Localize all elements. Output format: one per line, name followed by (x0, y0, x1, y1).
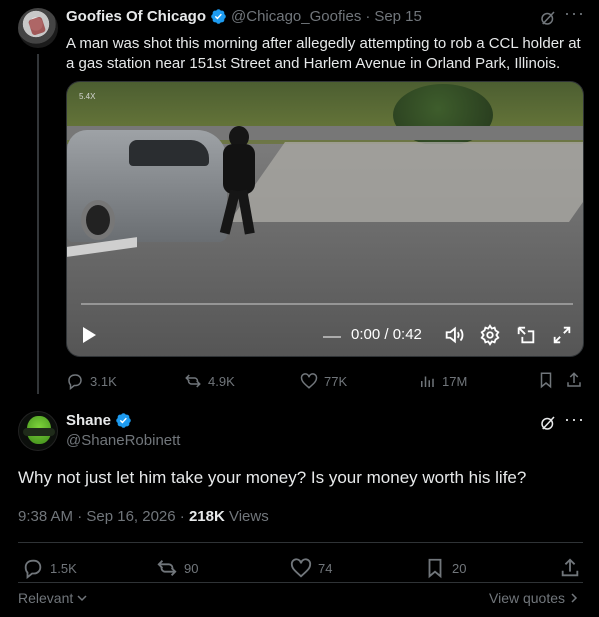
main-repost-count: 90 (184, 560, 199, 576)
parent-views-count: 17M (442, 373, 468, 389)
main-more-icon[interactable]: ··· (564, 409, 585, 430)
video-frame: 5.4X 0:00 / 0:42 (67, 82, 583, 356)
main-like-button[interactable]: 74 (290, 557, 332, 579)
main-repost-button[interactable]: 90 (156, 557, 198, 579)
parent-tweet-text: A man was shot this morning after allege… (66, 35, 581, 72)
like-icon (290, 557, 312, 579)
parent-author-avatar[interactable] (18, 8, 58, 48)
main-views-label: Views (228, 508, 269, 525)
parent-repost-count: 4.9K (208, 373, 235, 389)
main-reply-button[interactable]: 1.5K (22, 557, 77, 579)
reply-icon (66, 372, 84, 390)
main-tweet-timestamp[interactable]: 9:38 AM · Sep 16, 2026 · (18, 508, 185, 525)
main-views-count: 218K (188, 508, 225, 525)
settings-icon[interactable] (479, 324, 501, 346)
views-icon (418, 372, 436, 390)
video-progress-bar[interactable] (81, 303, 573, 305)
main-like-count: 74 (318, 560, 333, 576)
video-player[interactable]: 5.4X 0:00 / 0:42 (66, 81, 584, 357)
parent-tweet-date[interactable]: Sep 15 (374, 8, 422, 25)
main-bookmark-count: 20 (452, 560, 467, 576)
verified-badge-icon (115, 412, 132, 429)
main-bookmark-button[interactable]: 20 (424, 557, 466, 579)
chevron-down-icon (76, 592, 88, 604)
sort-label: Relevant (18, 590, 74, 606)
sort-dropdown[interactable]: Relevant (18, 590, 88, 606)
main-share-icon[interactable] (559, 557, 581, 579)
grok-icon[interactable] (539, 9, 557, 27)
parent-more-icon[interactable]: ··· (564, 3, 585, 24)
view-quotes-label: View quotes (489, 590, 566, 606)
main-author-name[interactable]: Shane (66, 412, 111, 429)
main-tweet-author: Shane (66, 412, 132, 429)
view-quotes-link[interactable]: View quotes (489, 590, 580, 606)
expand-icon[interactable] (551, 324, 573, 346)
video-controls: 0:00 / 0:42 (67, 314, 583, 356)
parent-reply-count: 3.1K (90, 373, 117, 389)
play-icon[interactable] (81, 326, 97, 344)
pip-icon[interactable] (515, 324, 537, 346)
parent-like-count: 77K (324, 373, 348, 389)
main-tweet-text: Why not just let him take your money? Is… (18, 468, 527, 487)
grok-icon[interactable] (539, 414, 557, 432)
volume-slider[interactable] (323, 336, 341, 338)
parent-repost-button[interactable]: 4.9K (184, 372, 235, 390)
main-tweet-meta: 9:38 AM · Sep 16, 2026 · 218K Views (18, 508, 269, 525)
parent-like-button[interactable]: 77K (300, 372, 347, 390)
parent-views-button[interactable]: 17M (418, 372, 467, 390)
parent-tweet-header: Goofies Of Chicago @Chicago_Goofies · Se… (66, 8, 422, 25)
verified-badge-icon (210, 8, 227, 25)
reply-icon (22, 557, 44, 579)
divider-bottom (18, 582, 583, 583)
volume-icon[interactable] (443, 324, 465, 346)
divider-top (18, 542, 583, 543)
parent-author-handle[interactable]: @Chicago_Goofies (231, 8, 361, 25)
thread-connector-line (37, 54, 39, 394)
chevron-right-icon (568, 592, 580, 604)
main-author-avatar[interactable] (18, 411, 58, 451)
parent-share-icon[interactable] (565, 371, 583, 389)
repost-icon (184, 372, 202, 390)
parent-reply-button[interactable]: 3.1K (66, 372, 117, 390)
video-time: 0:00 / 0:42 (351, 326, 422, 343)
bookmark-icon (424, 557, 446, 579)
video-person (219, 126, 259, 236)
repost-icon (156, 557, 178, 579)
main-author-handle[interactable]: @ShaneRobinett (66, 432, 180, 449)
video-speed-label: 5.4X (79, 92, 96, 101)
parent-author-name[interactable]: Goofies Of Chicago (66, 8, 206, 25)
parent-bookmark-icon[interactable] (537, 371, 555, 389)
header-separator: · (365, 8, 371, 25)
like-icon (300, 372, 318, 390)
main-reply-count: 1.5K (50, 560, 77, 576)
